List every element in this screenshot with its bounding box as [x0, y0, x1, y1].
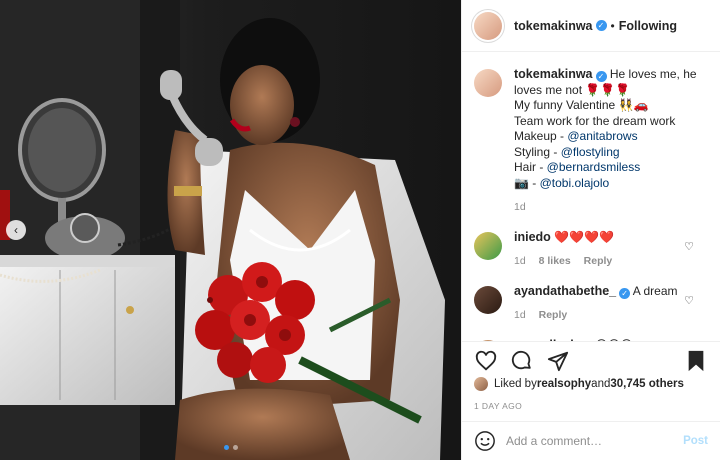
caption-avatar[interactable] — [474, 69, 502, 97]
add-comment-bar: Post — [462, 421, 720, 460]
hair-label: Hair - — [514, 160, 547, 174]
likes-summary: Liked by realsophy and 30,745 others — [474, 377, 708, 391]
verified-icon: ✓ — [595, 71, 607, 83]
comments-list[interactable]: tokemakinwa ✓ He loves me, he loves me no… — [462, 53, 720, 341]
heart-icon — [475, 350, 497, 370]
post-timestamp[interactable]: 1 DAY AGO — [474, 401, 522, 411]
comment-item: iniedo ❤️❤️❤️❤️ 1d 8 likes Reply ♡ — [474, 230, 708, 270]
makeup-mention-link[interactable]: @anitabrows — [567, 129, 637, 143]
share-icon — [547, 351, 569, 371]
comment-age[interactable]: 1d — [514, 255, 526, 267]
liker-username[interactable]: realsophy — [537, 378, 591, 390]
likes-count-button[interactable]: 30,745 others — [610, 378, 684, 390]
carousel-dot-2 — [232, 445, 238, 450]
post-side-panel: tokemakinwa ✓ • Following tokemakinwa ✓ H… — [461, 0, 720, 460]
makeup-label: Makeup - — [514, 129, 568, 143]
comment-avatar[interactable] — [474, 231, 502, 260]
following-button[interactable]: Following — [619, 19, 677, 33]
reply-button[interactable]: Reply — [539, 309, 568, 321]
like-button[interactable] — [474, 349, 498, 373]
share-button[interactable] — [546, 349, 570, 373]
caption-line-2: My funny Valentine 👯‍♀️🚗 — [514, 98, 649, 112]
save-button[interactable] — [684, 349, 708, 373]
comment-icon — [511, 350, 531, 369]
action-bar — [462, 341, 720, 379]
post-photo[interactable]: ‹ — [0, 0, 461, 460]
comment-item: ayandathabethe_ ✓ A dream 1d Reply ♡ — [474, 284, 708, 324]
photo-illustration — [0, 0, 445, 460]
camera-mention-link[interactable]: @tobi.olajolo — [540, 176, 610, 190]
caption-username[interactable]: tokemakinwa — [514, 67, 593, 81]
chevron-left-icon: ‹ — [14, 223, 18, 237]
verified-icon: ✓ — [595, 20, 607, 31]
comment-age[interactable]: 1d — [514, 309, 526, 321]
verified-icon: ✓ — [619, 287, 631, 299]
author-avatar[interactable] — [474, 11, 502, 40]
header-separator: • — [610, 18, 615, 33]
caption: tokemakinwa ✓ He loves me, he loves me no… — [474, 67, 708, 216]
styling-label: Styling - — [514, 144, 561, 159]
post-header: tokemakinwa ✓ • Following — [462, 0, 720, 52]
carousel-indicator — [0, 445, 461, 450]
comment-text: A dream — [632, 283, 678, 298]
previous-photo-button[interactable]: ‹ — [6, 220, 26, 240]
comment-button[interactable] — [510, 349, 534, 373]
author-username[interactable]: tokemakinwa — [514, 19, 593, 33]
heart-icon[interactable]: ♡ — [684, 240, 694, 253]
likes-prefix: Liked by — [494, 378, 537, 390]
post-comment-button[interactable]: Post — [683, 435, 708, 447]
styling-mention-link[interactable]: @flostyling — [561, 145, 620, 159]
hair-mention-link[interactable]: @bernardsmiless — [547, 160, 641, 174]
comment-username[interactable]: ayandathabethe_ — [514, 284, 616, 298]
likes-middle: and — [591, 378, 611, 390]
caption-age[interactable]: 1d — [514, 201, 526, 213]
comment-input[interactable] — [506, 434, 684, 448]
comment-likes[interactable]: 8 likes — [539, 255, 571, 267]
liker-avatar[interactable] — [474, 377, 488, 391]
caption-line-3: Team work for the dream work — [514, 113, 676, 128]
comment-avatar[interactable] — [474, 285, 502, 314]
camera-label: 📷 - — [514, 175, 540, 190]
carousel-dot-1 — [223, 445, 229, 450]
comment-username[interactable]: iniedo — [514, 230, 551, 244]
comment-text: ❤️❤️❤️❤️ — [554, 229, 614, 244]
bookmark-icon — [688, 350, 704, 371]
reply-button[interactable]: Reply — [584, 255, 613, 267]
heart-icon[interactable]: ♡ — [684, 294, 694, 307]
emoji-icon[interactable] — [474, 430, 496, 452]
